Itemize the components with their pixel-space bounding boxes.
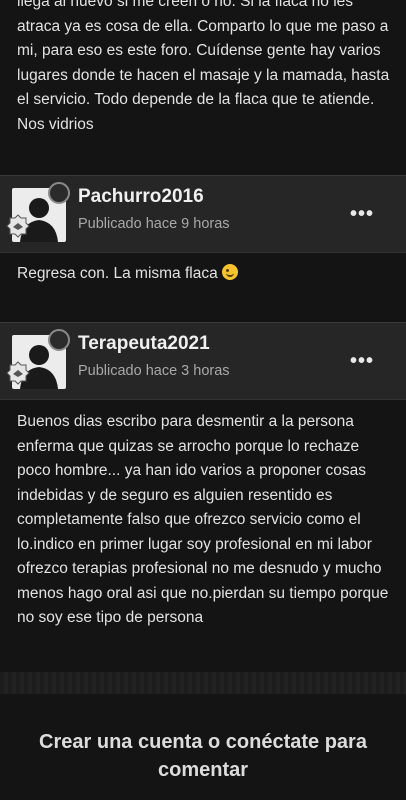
post-timestamp: Publicado hace 3 horas	[78, 363, 230, 379]
more-options-icon[interactable]: •••	[350, 204, 374, 224]
post-body: Buenos dias escribo para desmentir a la …	[17, 410, 392, 631]
online-status-icon	[48, 182, 70, 204]
wink-emoji-icon	[222, 264, 239, 280]
post-text: Buenos dias escribo para desmentir a la …	[17, 413, 389, 626]
rank-badge-icon	[6, 361, 30, 385]
post-timestamp: Publicado hace 9 horas	[78, 216, 230, 232]
post-body: Regresa con. La misma flaca	[17, 262, 392, 287]
post-header: Terapeuta2021 Publicado hace 3 horas •••	[0, 322, 406, 400]
more-options-icon[interactable]: •••	[350, 351, 374, 371]
post-text: Regresa con. La misma flaca	[17, 265, 218, 282]
post-text: llega al nuevo si me creen o no. Si la f…	[17, 0, 390, 133]
username-link[interactable]: Terapeuta2021	[78, 333, 210, 355]
create-account-login-link[interactable]: Crear una cuenta o conéctate para coment…	[0, 728, 406, 784]
rank-badge-icon	[6, 214, 30, 238]
username-link[interactable]: Pachurro2016	[78, 186, 204, 208]
online-status-icon	[48, 329, 70, 351]
section-divider	[0, 672, 406, 694]
post-header: Pachurro2016 Publicado hace 9 horas •••	[0, 175, 406, 253]
